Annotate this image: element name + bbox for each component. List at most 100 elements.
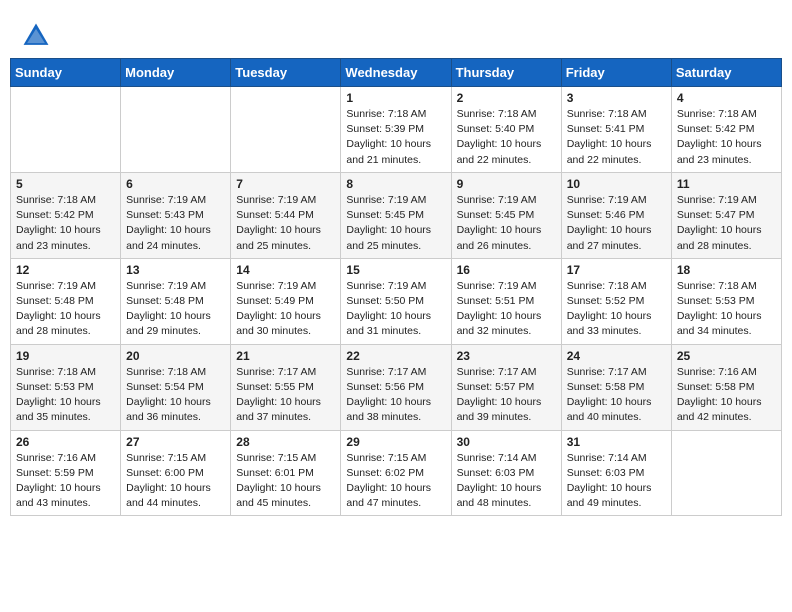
day-info: Sunrise: 7:19 AMSunset: 5:51 PMDaylight:… (457, 279, 556, 340)
day-number: 28 (236, 435, 335, 449)
day-number: 20 (126, 349, 225, 363)
calendar-cell: 27Sunrise: 7:15 AMSunset: 6:00 PMDayligh… (121, 430, 231, 516)
calendar-cell: 2 Sunrise: 7:18 AMSunset: 5:40 PMDaylight… (451, 87, 561, 173)
day-number: 30 (457, 435, 556, 449)
day-number: 10 (567, 177, 666, 191)
day-info: Sunrise: 7:18 AMSunset: 5:52 PMDaylight:… (567, 279, 666, 340)
day-header-saturday: Saturday (671, 59, 781, 87)
day-header-thursday: Thursday (451, 59, 561, 87)
day-number: 18 (677, 263, 776, 277)
calendar-cell: 3Sunrise: 7:18 AMSunset: 5:41 PMDaylight… (561, 87, 671, 173)
calendar-cell (671, 430, 781, 516)
day-info: Sunrise: 7:17 AMSunset: 5:55 PMDaylight:… (236, 365, 335, 426)
day-number: 6 (126, 177, 225, 191)
day-info: Sunrise: 7:15 AMSunset: 6:00 PMDaylight:… (126, 451, 225, 512)
day-info: Sunrise: 7:19 AMSunset: 5:44 PMDaylight:… (236, 193, 335, 254)
day-number: 24 (567, 349, 666, 363)
calendar-cell: 18 Sunrise: 7:18 AMSunset: 5:53 PMDayligh… (671, 258, 781, 344)
calendar-cell: 10 Sunrise: 7:19 AMSunset: 5:46 PMDayligh… (561, 172, 671, 258)
day-info: Sunrise: 7:18 AMSunset: 5:39 PMDaylight:… (346, 107, 445, 168)
calendar-cell: 4Sunrise: 7:18 AMSunset: 5:42 PMDaylight… (671, 87, 781, 173)
day-number: 9 (457, 177, 556, 191)
day-number: 31 (567, 435, 666, 449)
day-info: Sunrise: 7:15 AMSunset: 6:01 PMDaylight:… (236, 451, 335, 512)
day-info: Sunrise: 7:18 AMSunset: 5:54 PMDaylight:… (126, 365, 225, 426)
calendar-header-row: SundayMondayTuesdayWednesdayThursdayFrid… (11, 59, 782, 87)
day-number: 29 (346, 435, 445, 449)
calendar-cell: 20 Sunrise: 7:18 AMSunset: 5:54 PMDayligh… (121, 344, 231, 430)
day-info: Sunrise: 7:18 AMSunset: 5:53 PMDaylight:… (16, 365, 115, 426)
day-number: 16 (457, 263, 556, 277)
day-number: 23 (457, 349, 556, 363)
day-info: Sunrise: 7:14 AMSunset: 6:03 PMDaylight:… (567, 451, 666, 512)
day-number: 11 (677, 177, 776, 191)
calendar-cell: 7 Sunrise: 7:19 AMSunset: 5:44 PMDaylight… (231, 172, 341, 258)
day-number: 12 (16, 263, 115, 277)
day-info: Sunrise: 7:15 AMSunset: 6:02 PMDaylight:… (346, 451, 445, 512)
calendar-cell: 23 Sunrise: 7:17 AMSunset: 5:57 PMDayligh… (451, 344, 561, 430)
day-number: 8 (346, 177, 445, 191)
day-info: Sunrise: 7:17 AMSunset: 5:56 PMDaylight:… (346, 365, 445, 426)
calendar-cell: 24 Sunrise: 7:17 AMSunset: 5:58 PMDayligh… (561, 344, 671, 430)
calendar-cell: 1 Sunrise: 7:18 AMSunset: 5:39 PMDaylight… (341, 87, 451, 173)
day-info: Sunrise: 7:18 AMSunset: 5:42 PMDaylight:… (677, 107, 776, 168)
calendar-week-row: 1 Sunrise: 7:18 AMSunset: 5:39 PMDaylight… (11, 87, 782, 173)
day-number: 21 (236, 349, 335, 363)
day-info: Sunrise: 7:18 AMSunset: 5:42 PMDaylight:… (16, 193, 115, 254)
calendar-cell: 16 Sunrise: 7:19 AMSunset: 5:51 PMDayligh… (451, 258, 561, 344)
day-info: Sunrise: 7:19 AMSunset: 5:49 PMDaylight:… (236, 279, 335, 340)
calendar-cell: 28 Sunrise: 7:15 AMSunset: 6:01 PMDayligh… (231, 430, 341, 516)
day-info: Sunrise: 7:18 AMSunset: 5:53 PMDaylight:… (677, 279, 776, 340)
calendar-cell: 25 Sunrise: 7:16 AMSunset: 5:58 PMDayligh… (671, 344, 781, 430)
calendar-cell: 14 Sunrise: 7:19 AMSunset: 5:49 PMDayligh… (231, 258, 341, 344)
day-info: Sunrise: 7:14 AMSunset: 6:03 PMDaylight:… (457, 451, 556, 512)
day-number: 14 (236, 263, 335, 277)
calendar-cell: 9Sunrise: 7:19 AMSunset: 5:45 PMDaylight… (451, 172, 561, 258)
calendar-cell: 12Sunrise: 7:19 AMSunset: 5:48 PMDayligh… (11, 258, 121, 344)
day-info: Sunrise: 7:19 AMSunset: 5:46 PMDaylight:… (567, 193, 666, 254)
day-number: 15 (346, 263, 445, 277)
calendar-cell: 19 Sunrise: 7:18 AMSunset: 5:53 PMDayligh… (11, 344, 121, 430)
day-number: 2 (457, 91, 556, 105)
day-number: 5 (16, 177, 115, 191)
calendar-cell: 22 Sunrise: 7:17 AMSunset: 5:56 PMDayligh… (341, 344, 451, 430)
logo-icon (20, 20, 52, 52)
day-header-sunday: Sunday (11, 59, 121, 87)
day-number: 22 (346, 349, 445, 363)
day-info: Sunrise: 7:19 AMSunset: 5:45 PMDaylight:… (346, 193, 445, 254)
day-number: 26 (16, 435, 115, 449)
day-info: Sunrise: 7:17 AMSunset: 5:58 PMDaylight:… (567, 365, 666, 426)
calendar-cell: 17 Sunrise: 7:18 AMSunset: 5:52 PMDayligh… (561, 258, 671, 344)
day-header-monday: Monday (121, 59, 231, 87)
day-header-tuesday: Tuesday (231, 59, 341, 87)
day-info: Sunrise: 7:16 AMSunset: 5:58 PMDaylight:… (677, 365, 776, 426)
calendar-week-row: 19 Sunrise: 7:18 AMSunset: 5:53 PMDayligh… (11, 344, 782, 430)
day-info: Sunrise: 7:19 AMSunset: 5:48 PMDaylight:… (126, 279, 225, 340)
day-number: 1 (346, 91, 445, 105)
day-info: Sunrise: 7:19 AMSunset: 5:50 PMDaylight:… (346, 279, 445, 340)
day-number: 19 (16, 349, 115, 363)
day-info: Sunrise: 7:18 AMSunset: 5:40 PMDaylight:… (457, 107, 556, 168)
logo (20, 20, 56, 52)
day-info: Sunrise: 7:17 AMSunset: 5:57 PMDaylight:… (457, 365, 556, 426)
day-number: 17 (567, 263, 666, 277)
calendar-cell: 21 Sunrise: 7:17 AMSunset: 5:55 PMDayligh… (231, 344, 341, 430)
day-info: Sunrise: 7:16 AMSunset: 5:59 PMDaylight:… (16, 451, 115, 512)
page-header (10, 10, 782, 58)
calendar-cell: 31 Sunrise: 7:14 AMSunset: 6:03 PMDayligh… (561, 430, 671, 516)
day-number: 25 (677, 349, 776, 363)
day-number: 13 (126, 263, 225, 277)
calendar-cell: 6Sunrise: 7:19 AMSunset: 5:43 PMDaylight… (121, 172, 231, 258)
calendar-cell: 8 Sunrise: 7:19 AMSunset: 5:45 PMDaylight… (341, 172, 451, 258)
day-number: 7 (236, 177, 335, 191)
calendar-week-row: 12 Sunrise: 7:19 AMSunset: 5:48 PMDayligh… (11, 258, 782, 344)
day-info: Sunrise: 7:19 AMSunset: 5:47 PMDaylight:… (677, 193, 776, 254)
calendar-week-row: 26 Sunrise: 7:16 AMSunset: 5:59 PMDayligh… (11, 430, 782, 516)
day-number: 3 (567, 91, 666, 105)
calendar-cell: 15 Sunrise: 7:19 AMSunset: 5:50 PMDayligh… (341, 258, 451, 344)
calendar-cell: 29 Sunrise: 7:15 AMSunset: 6:02 PMDayligh… (341, 430, 451, 516)
calendar-cell: 13 Sunrise: 7:19 AMSunset: 5:48 PMDayligh… (121, 258, 231, 344)
calendar-cell (231, 87, 341, 173)
calendar-cell: 26 Sunrise: 7:16 AMSunset: 5:59 PMDayligh… (11, 430, 121, 516)
calendar-cell: 11 Sunrise: 7:19 AMSunset: 5:47 PMDayligh… (671, 172, 781, 258)
